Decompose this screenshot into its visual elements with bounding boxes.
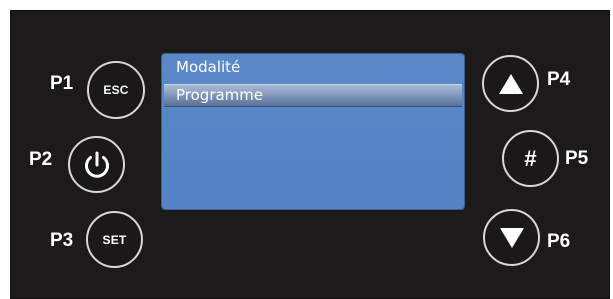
label-p4: P4 — [547, 69, 571, 90]
label-p6: P6 — [547, 231, 571, 252]
label-p1: P1 — [50, 73, 74, 94]
esc-label: ESC — [103, 83, 129, 97]
label-p3: P3 — [50, 230, 74, 251]
down-button[interactable] — [483, 209, 540, 266]
hash-button[interactable]: # — [502, 130, 559, 187]
hash-label: # — [524, 145, 537, 171]
triangle-down-icon — [499, 227, 524, 248]
set-label: SET — [102, 232, 127, 247]
power-icon — [84, 151, 109, 178]
label-p5: P5 — [565, 148, 589, 169]
menu-item-modalite[interactable]: Modalité — [164, 57, 462, 78]
lcd-screen: Modalité Programme — [162, 54, 464, 209]
up-button[interactable] — [482, 55, 539, 112]
esc-button[interactable]: ESC — [87, 61, 145, 119]
power-button[interactable] — [68, 136, 125, 193]
set-button[interactable]: SET — [86, 211, 143, 268]
menu-item-programme-selected[interactable]: Programme — [164, 84, 462, 107]
triangle-up-icon — [498, 73, 523, 94]
control-panel: P1 ESC P2 P3 SET Modalité Programme P4 #… — [10, 10, 610, 299]
label-p2: P2 — [29, 149, 53, 170]
